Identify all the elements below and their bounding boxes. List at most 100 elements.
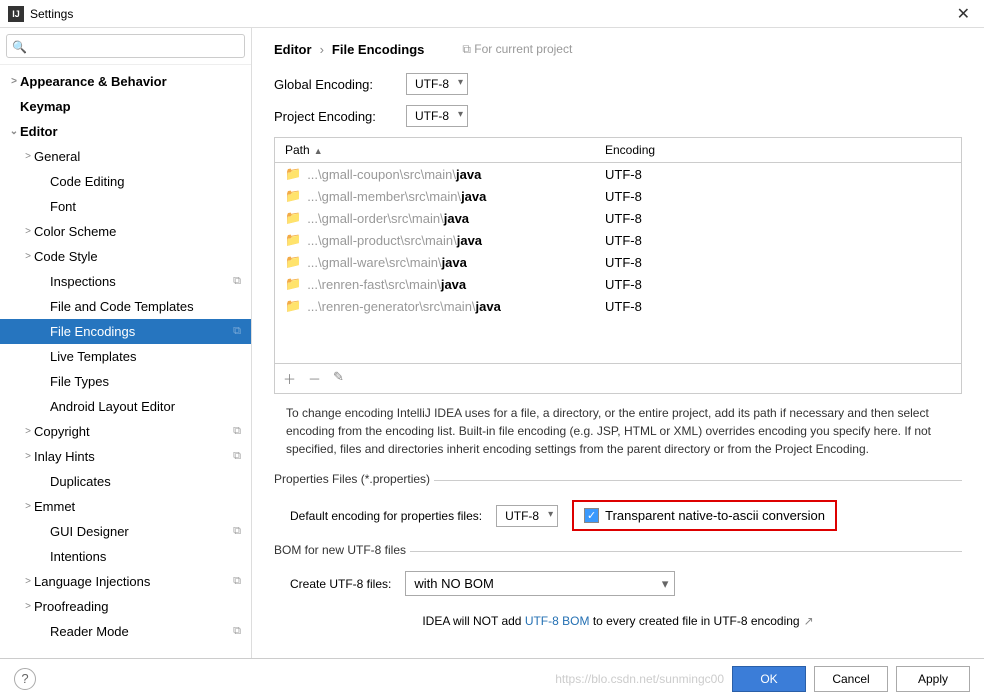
bom-dropdown[interactable]: with NO BOM: [405, 571, 675, 596]
tree-item-label: Inlay Hints: [34, 449, 95, 464]
tree-item[interactable]: >Emmet: [0, 494, 251, 519]
path-cell: 📁...\renren-fast\src\main\java: [275, 276, 595, 292]
tree-item[interactable]: Duplicates: [0, 469, 251, 494]
tree-item-label: Code Editing: [50, 174, 124, 189]
table-row[interactable]: 📁...\renren-fast\src\main\javaUTF-8: [275, 273, 961, 295]
tree-item[interactable]: Keymap: [0, 94, 251, 119]
tree-item[interactable]: >Inlay Hints⧉: [0, 444, 251, 469]
table-row[interactable]: 📁...\renren-generator\src\main\javaUTF-8: [275, 295, 961, 317]
help-text: To change encoding IntelliJ IDEA uses fo…: [274, 394, 962, 468]
project-badge-icon: ⧉: [233, 625, 241, 638]
tree-item[interactable]: File Types: [0, 369, 251, 394]
tree-item[interactable]: >Code Style: [0, 244, 251, 269]
watermark: https://blo.csdn.net/sunmingc00: [555, 672, 724, 686]
add-button[interactable]: ＋: [283, 369, 296, 388]
path-cell: 📁...\gmall-order\src\main\java: [275, 210, 595, 226]
tree-item-label: Font: [50, 199, 76, 214]
folder-icon: 📁: [285, 254, 301, 270]
folder-icon: 📁: [285, 298, 301, 314]
folder-icon: 📁: [285, 276, 301, 292]
table-toolbar: ＋ － ✎: [275, 363, 961, 393]
tree-item[interactable]: Font: [0, 194, 251, 219]
tree-item[interactable]: >Appearance & Behavior: [0, 69, 251, 94]
tree-item-label: Reader Mode: [50, 624, 129, 639]
tree-item[interactable]: Live Templates: [0, 344, 251, 369]
folder-icon: 📁: [285, 166, 301, 182]
help-button[interactable]: ?: [14, 668, 36, 690]
project-scope-tag: For current project: [462, 42, 572, 57]
settings-tree: >Appearance & BehaviorKeymap⌄Editor>Gene…: [0, 65, 251, 658]
tree-item[interactable]: Inspections⧉: [0, 269, 251, 294]
path-cell: 📁...\gmall-product\src\main\java: [275, 232, 595, 248]
path-cell: 📁...\gmall-ware\src\main\java: [275, 254, 595, 270]
encoding-cell[interactable]: UTF-8: [595, 167, 642, 182]
project-badge-icon: ⧉: [233, 425, 241, 438]
table-row[interactable]: 📁...\gmall-order\src\main\javaUTF-8: [275, 207, 961, 229]
folder-icon: 📁: [285, 232, 301, 248]
close-icon[interactable]: ✕: [951, 4, 976, 24]
tree-item-label: General: [34, 149, 80, 164]
tree-item[interactable]: Reader Mode ⧉: [0, 619, 251, 644]
native-to-ascii-label: Transparent native-to-ascii conversion: [605, 508, 825, 523]
native-to-ascii-checkbox[interactable]: ✓: [584, 508, 599, 523]
bom-note: IDEA will NOT add UTF-8 BOM to every cre…: [274, 614, 962, 628]
table-row[interactable]: 📁...\gmall-coupon\src\main\javaUTF-8: [275, 163, 961, 185]
encoding-cell[interactable]: UTF-8: [595, 211, 642, 226]
remove-button[interactable]: －: [308, 369, 321, 388]
ok-button[interactable]: OK: [732, 666, 806, 692]
tree-item-label: Live Templates: [50, 349, 136, 364]
breadcrumb-root: Editor: [274, 42, 312, 57]
project-badge-icon: ⧉: [233, 275, 241, 288]
tree-item[interactable]: File and Code Templates: [0, 294, 251, 319]
titlebar: IJ Settings ✕: [0, 0, 984, 28]
project-badge-icon: ⧉: [233, 450, 241, 463]
tree-item[interactable]: ⌄Editor: [0, 119, 251, 144]
project-encoding-dropdown[interactable]: UTF-8: [406, 105, 468, 127]
content-pane: Editor › File Encodings For current proj…: [252, 28, 984, 658]
table-row[interactable]: 📁...\gmall-ware\src\main\javaUTF-8: [275, 251, 961, 273]
global-encoding-label: Global Encoding:: [274, 77, 394, 92]
project-badge-icon: ⧉: [233, 575, 241, 588]
utf8-bom-link[interactable]: UTF-8 BOM: [525, 614, 590, 628]
tree-item[interactable]: >Proofreading: [0, 594, 251, 619]
properties-files-title: Properties Files (*.properties): [274, 472, 434, 486]
chevron-icon: >: [22, 501, 34, 512]
search-input[interactable]: [6, 34, 245, 58]
tree-item[interactable]: GUI Designer⧉: [0, 519, 251, 544]
encoding-cell[interactable]: UTF-8: [595, 299, 642, 314]
breadcrumb: Editor › File Encodings For current proj…: [274, 42, 962, 57]
tree-item-label: Proofreading: [34, 599, 108, 614]
project-encoding-label: Project Encoding:: [274, 109, 394, 124]
edit-button[interactable]: ✎: [333, 369, 344, 388]
apply-button[interactable]: Apply: [896, 666, 970, 692]
table-row[interactable]: 📁...\gmall-product\src\main\javaUTF-8: [275, 229, 961, 251]
tree-item-label: Copyright: [34, 424, 90, 439]
table-row[interactable]: 📁...\gmall-member\src\main\javaUTF-8: [275, 185, 961, 207]
tree-item[interactable]: >Language Injections ⧉: [0, 569, 251, 594]
chevron-icon: >: [8, 76, 20, 87]
tree-item-label: Language Injections: [34, 574, 150, 589]
encoding-cell[interactable]: UTF-8: [595, 189, 642, 204]
chevron-icon: >: [22, 151, 34, 162]
tree-item[interactable]: >Copyright⧉: [0, 419, 251, 444]
tree-item[interactable]: >Color Scheme: [0, 219, 251, 244]
encoding-cell[interactable]: UTF-8: [595, 277, 642, 292]
properties-encoding-dropdown[interactable]: UTF-8: [496, 505, 558, 527]
encoding-cell[interactable]: UTF-8: [595, 233, 642, 248]
tree-item[interactable]: >General: [0, 144, 251, 169]
sort-asc-icon: ▲: [314, 146, 323, 156]
external-link-icon: ↗: [804, 614, 814, 628]
tree-item[interactable]: Code Editing: [0, 169, 251, 194]
global-encoding-dropdown[interactable]: UTF-8: [406, 73, 468, 95]
col-encoding[interactable]: Encoding: [595, 138, 961, 162]
tree-item[interactable]: Android Layout Editor: [0, 394, 251, 419]
path-cell: 📁...\gmall-member\src\main\java: [275, 188, 595, 204]
cancel-button[interactable]: Cancel: [814, 666, 888, 692]
tree-item[interactable]: File Encodings⧉: [0, 319, 251, 344]
col-path[interactable]: Path▲: [275, 138, 595, 162]
tree-item[interactable]: Intentions: [0, 544, 251, 569]
encoding-cell[interactable]: UTF-8: [595, 255, 642, 270]
tree-item-label: Keymap: [20, 99, 71, 114]
tree-item-label: Duplicates: [50, 474, 111, 489]
chevron-icon: >: [22, 576, 34, 587]
